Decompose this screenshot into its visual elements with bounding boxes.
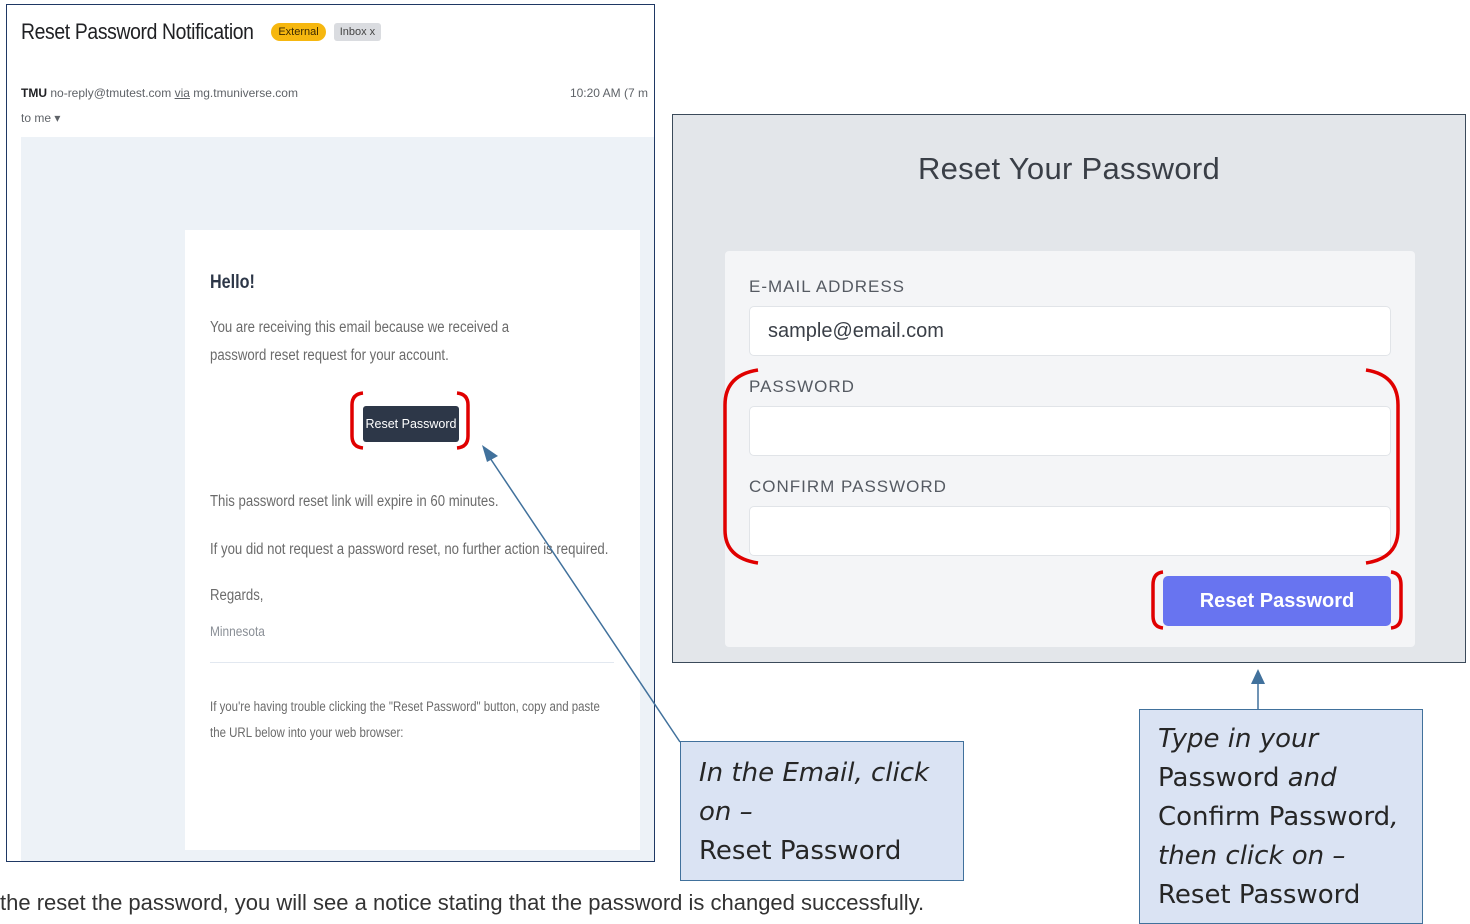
form-callout-text-1: Type in your [1158, 724, 1319, 754]
email-regards: Regards, [210, 587, 264, 604]
email-address-label: E-MAIL ADDRESS [749, 277, 906, 296]
sender-address: no-reply@tmutest.com [50, 86, 172, 100]
bottom-instruction-text: the reset the password, you will see a n… [0, 890, 925, 915]
form-instruction-callout: Type in your Password and Confirm Passwo… [1139, 709, 1423, 924]
email-greeting: Hello! [210, 272, 255, 293]
confirm-password-input[interactable] [749, 506, 1391, 556]
reset-page-title: Reset Your Password [917, 151, 1221, 186]
email-callout-instruction: In the Email, click on – [699, 758, 930, 827]
recipient-dropdown[interactable]: to me ▾ [21, 111, 60, 125]
sender-row: TMU no-reply@tmutest.com via mg.tmuniver… [21, 86, 654, 100]
form-callout-comma: , [1390, 802, 1399, 832]
email-subject-row: Reset Password Notification External Inb… [21, 19, 382, 45]
email-callout-button-name: Reset Password [699, 836, 902, 866]
email-reset-password-button[interactable]: Reset Password [363, 406, 459, 442]
email-instruction-callout: In the Email, click on – Reset Password [680, 741, 964, 881]
email-subject: Reset Password Notification [21, 19, 254, 44]
reset-password-panel: Reset Your Password E-MAIL ADDRESS sampl… [672, 114, 1466, 663]
sender-via-link[interactable]: via [175, 86, 190, 100]
email-no-action-text: If you did not request a password reset,… [210, 541, 609, 558]
password-label: PASSWORD [749, 377, 855, 396]
email-expiry-text: This password reset link will expire in … [210, 493, 499, 510]
email-intro-text: You are receiving this email because we … [210, 319, 510, 364]
reset-form-card: E-MAIL ADDRESS sample@email.com PASSWORD… [725, 251, 1415, 647]
form-callout-text-2: and [1287, 763, 1337, 793]
password-input[interactable] [749, 406, 1391, 456]
confirm-password-label: CONFIRM PASSWORD [749, 477, 947, 496]
email-timestamp: 10:20 AM (7 m [569, 86, 648, 100]
email-trouble-text: If you're having trouble clicking the "R… [210, 699, 600, 740]
email-panel: Reset Password Notification External Inb… [6, 4, 655, 862]
form-callout-text-3: then click on – [1158, 841, 1346, 871]
email-message-card: Hello! You are receiving this email beca… [185, 230, 640, 850]
email-divider [210, 662, 614, 663]
reset-password-submit-button[interactable]: Reset Password [1163, 576, 1391, 626]
form-callout-password: Password [1158, 763, 1280, 793]
external-badge: External [271, 23, 326, 41]
email-address-input[interactable]: sample@email.com [749, 306, 1391, 356]
form-callout-confirm-password: Confirm Password [1158, 802, 1391, 832]
sender-domain: mg.tmuniverse.com [193, 86, 298, 100]
form-callout-button-name: Reset Password [1158, 880, 1361, 910]
form-callout-arrowhead [1251, 669, 1265, 684]
inbox-label-chip[interactable]: Inbox x [333, 23, 382, 41]
email-signature: Minnesota [210, 623, 265, 639]
sender-name: TMU [21, 86, 47, 100]
